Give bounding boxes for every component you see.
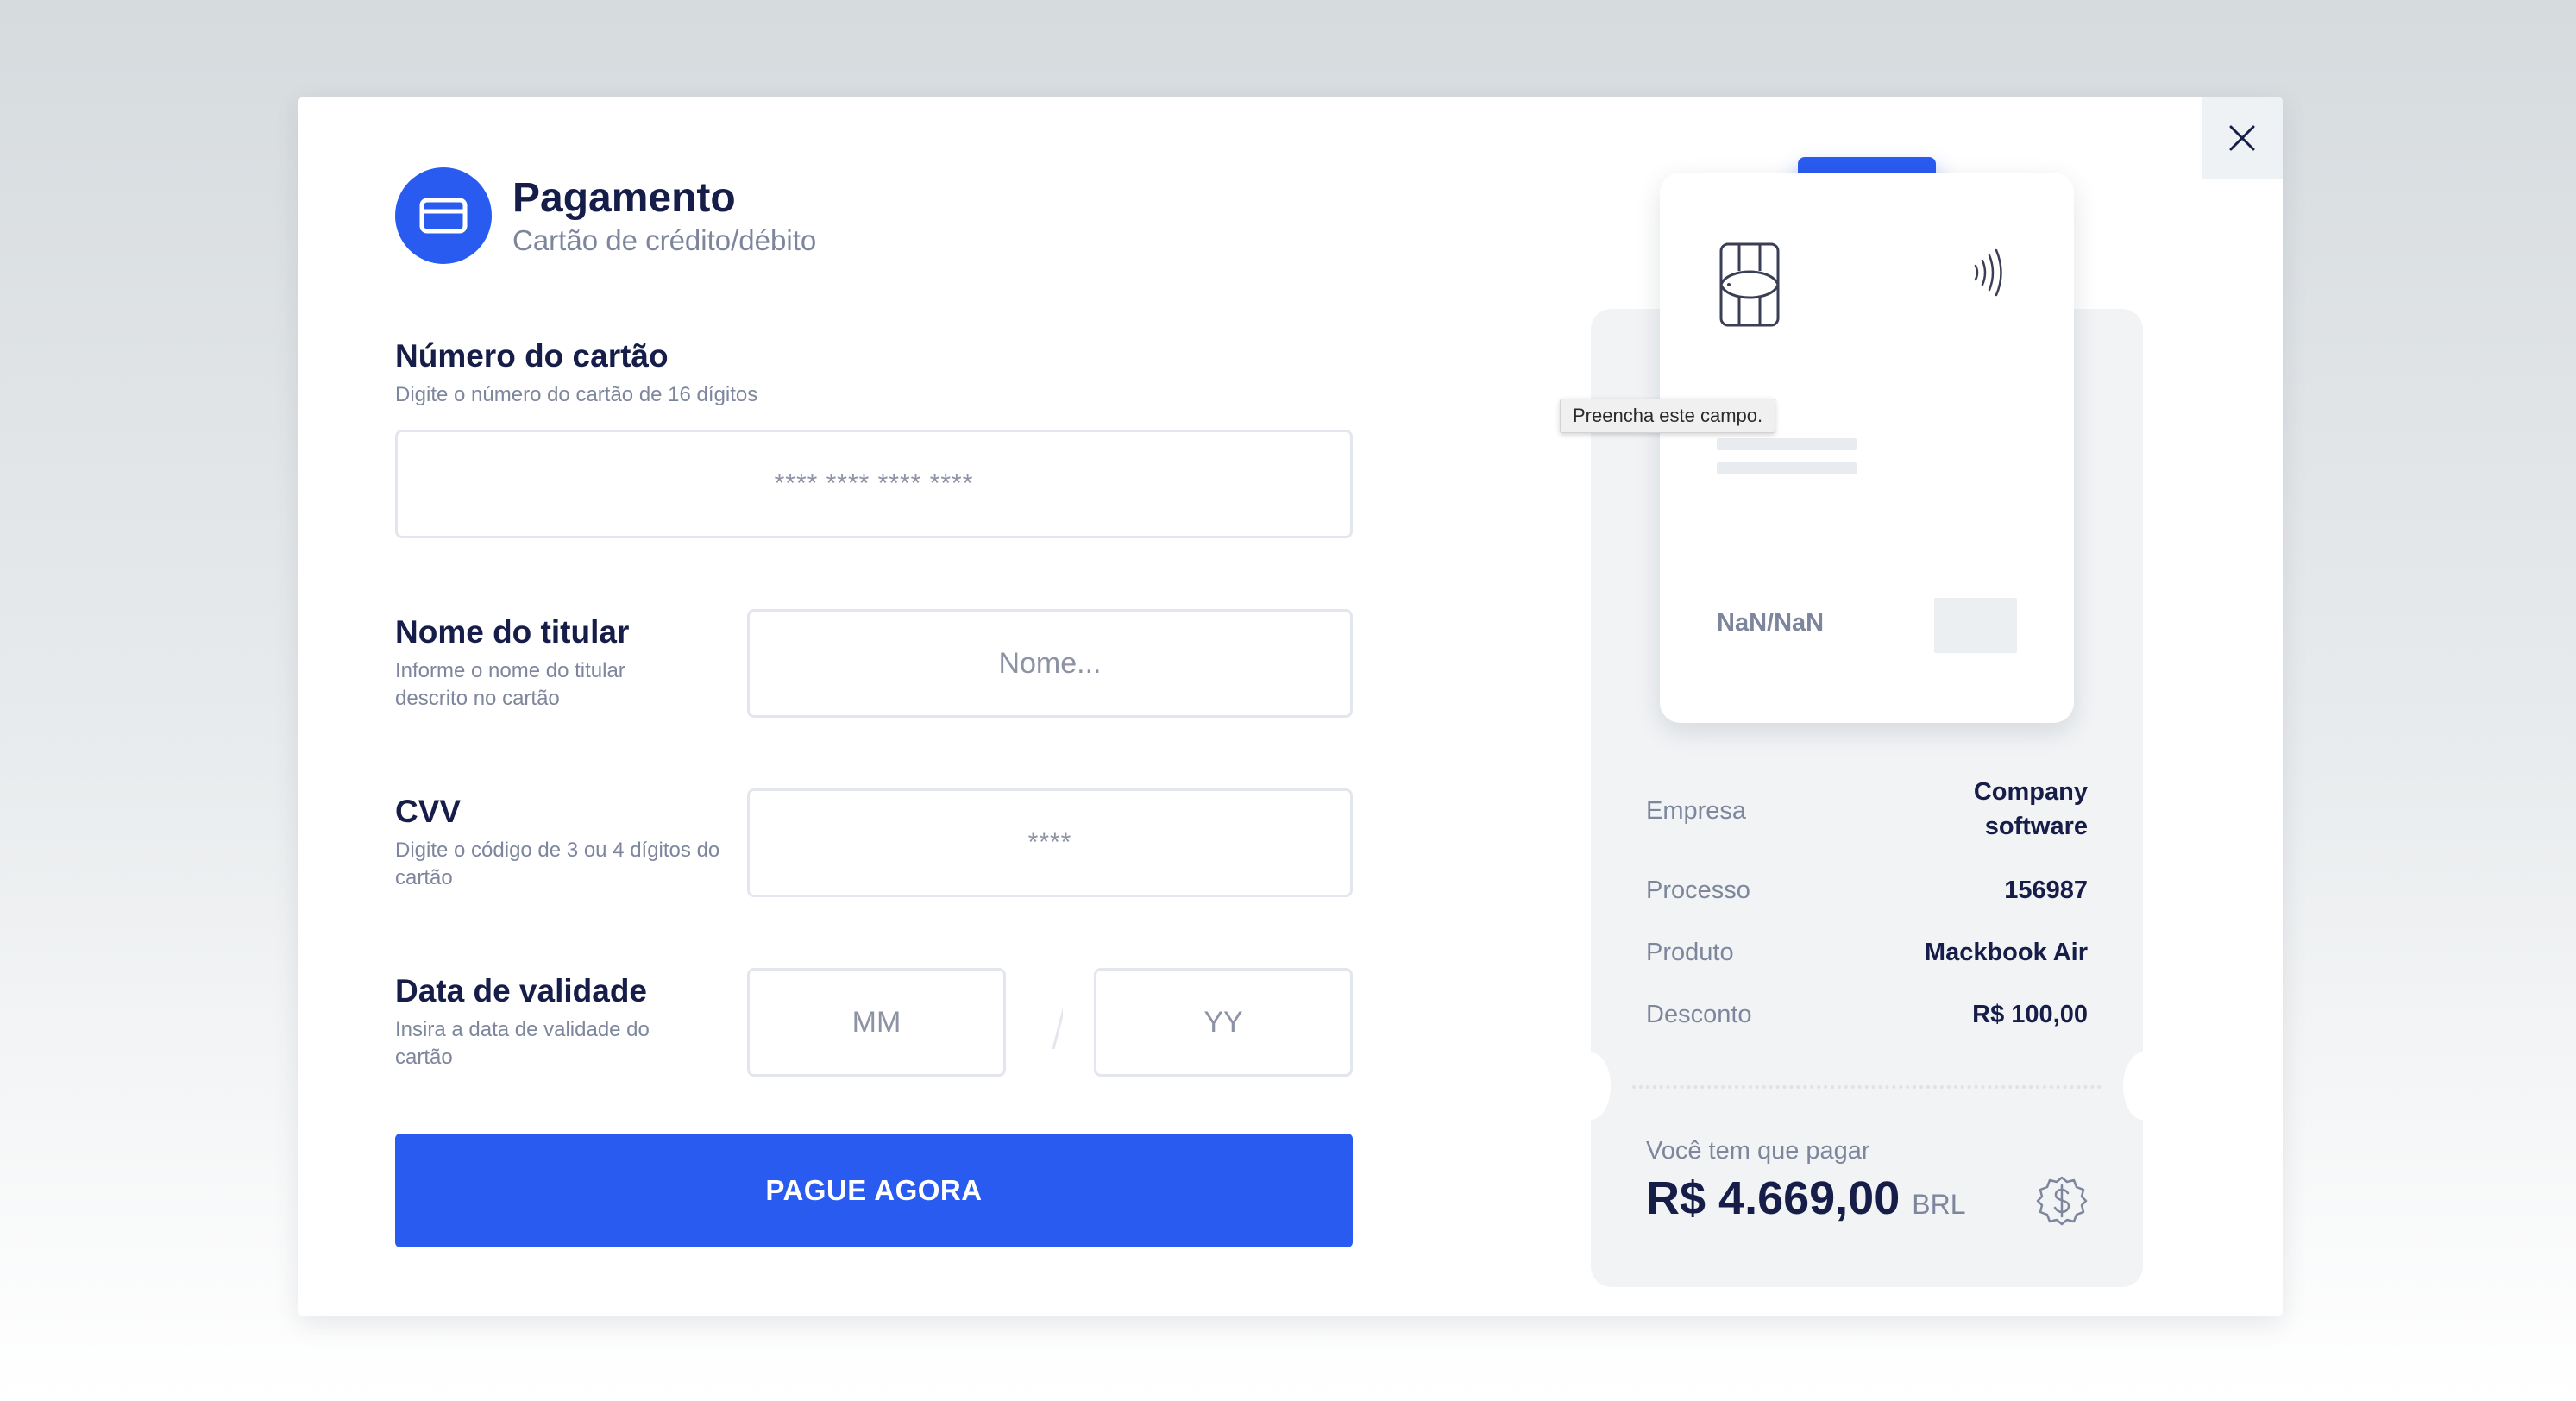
summary-key: Desconto [1646,1001,1752,1028]
ticket-notch [1571,1052,1611,1120]
card-number-input[interactable] [395,430,1353,538]
card-number-hint: Digite o número do cartão de 16 dígitos [395,383,758,406]
close-icon [2229,125,2255,151]
cvv-label: CVV [395,794,462,829]
credit-card-icon [419,198,468,234]
summary-key: Produto [1646,939,1734,966]
summary-key: Empresa [1646,797,1747,825]
chip-icon [1719,242,1780,327]
holder-name-label: Nome do titular [395,614,630,650]
pay-now-button[interactable]: PAGUE AGORA [395,1134,1353,1247]
summary-value: R$ 100,00 [1972,1001,2088,1028]
expiry-hint: Insira a data de validade do cartão [395,1018,650,1069]
summary-value: 156987 [2004,876,2088,904]
cvv-input[interactable] [747,788,1353,897]
page-subtitle: Cartão de crédito/débito [512,224,817,256]
page-title: Pagamento [512,175,736,221]
card-number-placeholder-bar [1717,438,1857,450]
card-logo-placeholder [1934,598,2017,653]
expiry-year-input[interactable] [1094,968,1353,1077]
close-button[interactable] [2202,97,2283,179]
currency-code: BRL [1912,1189,1966,1220]
payment-modal: Pagamento Cartão de crédito/débito Númer… [298,97,2283,1316]
date-separator [1052,1007,1063,1050]
expiry-label: Data de validade [395,973,648,1008]
header-card-badge [395,167,492,264]
ticket-notch [2123,1052,2163,1120]
summary-value: Mackbook Air [1924,939,2088,966]
validation-tooltip: Preencha este campo. [1560,399,1776,433]
card-expiry-display: NaN/NaN [1717,609,1825,637]
card-holder-placeholder-bar [1717,462,1857,474]
amount-due: R$ 4.669,00 BRL [1646,1172,1965,1225]
dollar-badge-icon [2036,1176,2088,1226]
ticket-divider [1632,1085,2102,1089]
contactless-icon [1974,248,2002,297]
cvv-hint: Digite o código de 3 ou 4 dígitos do car… [395,839,720,889]
holder-name-input[interactable] [747,609,1353,718]
summary-key: Processo [1646,876,1750,904]
card-preview: NaN/NaN [1660,173,2074,723]
holder-name-hint: Informe o nome do titular descrito no ca… [395,659,625,710]
total-amount: R$ 4.669,00 [1646,1172,1901,1224]
amount-due-label: Você tem que pagar [1646,1137,1870,1165]
expiry-month-input[interactable] [747,968,1006,1077]
card-number-label: Número do cartão [395,338,669,374]
summary-value: Company software [1973,778,2088,840]
